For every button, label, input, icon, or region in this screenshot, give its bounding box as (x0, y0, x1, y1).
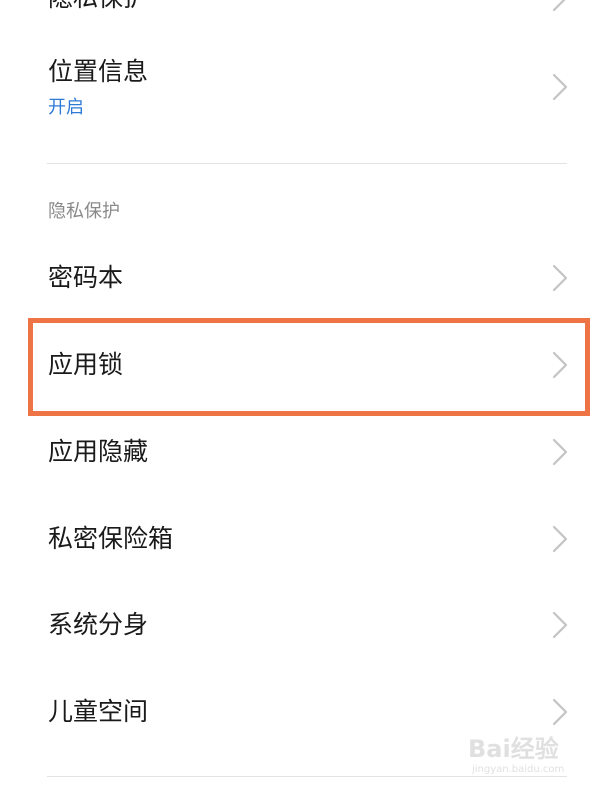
settings-item-app-lock[interactable]: 应用锁 (0, 323, 613, 409)
settings-item-label: 隐私保护 (48, 0, 148, 14)
baidu-jingyan-watermark: Bai经验 jingyan.baidu.com (468, 734, 593, 784)
settings-item-label: 私密保险箱 (48, 524, 174, 553)
settings-item-private-vault[interactable]: 私密保险箱 (0, 498, 613, 582)
chevron-right-icon (550, 264, 570, 292)
settings-item-location[interactable]: 位置信息 开启 (0, 40, 613, 140)
chevron-right-icon (550, 73, 570, 101)
chevron-right-icon (550, 351, 570, 379)
settings-screen: 隐私保护 位置信息 开启 隐私保护 密码本 应用锁 应用隐藏 (0, 0, 613, 793)
settings-item-label: 应用隐藏 (48, 437, 149, 466)
settings-item-label: 系统分身 (48, 610, 149, 639)
section-header-privacy: 隐私保护 (48, 201, 120, 222)
chevron-right-icon (550, 698, 570, 726)
settings-item-label: 密码本 (48, 263, 124, 292)
watermark-logo: Bai经验 (468, 735, 559, 763)
settings-item-app-hide[interactable]: 应用隐藏 (0, 412, 613, 496)
settings-item-label: 儿童空间 (48, 697, 149, 726)
settings-item-top-partial[interactable]: 隐私保护 (0, 0, 613, 20)
section-divider (47, 163, 567, 164)
settings-item-label: 应用锁 (48, 350, 124, 379)
location-label: 位置信息 (48, 57, 149, 86)
chevron-right-icon (550, 438, 570, 466)
chevron-right-icon (550, 0, 570, 12)
chevron-right-icon (550, 611, 570, 639)
location-status: 开启 (48, 97, 84, 118)
chevron-right-icon (550, 525, 570, 553)
settings-item-system-clone[interactable]: 系统分身 (0, 584, 613, 668)
watermark-url: jingyan.baidu.com (472, 764, 565, 775)
settings-item-password-book[interactable]: 密码本 (0, 240, 613, 320)
